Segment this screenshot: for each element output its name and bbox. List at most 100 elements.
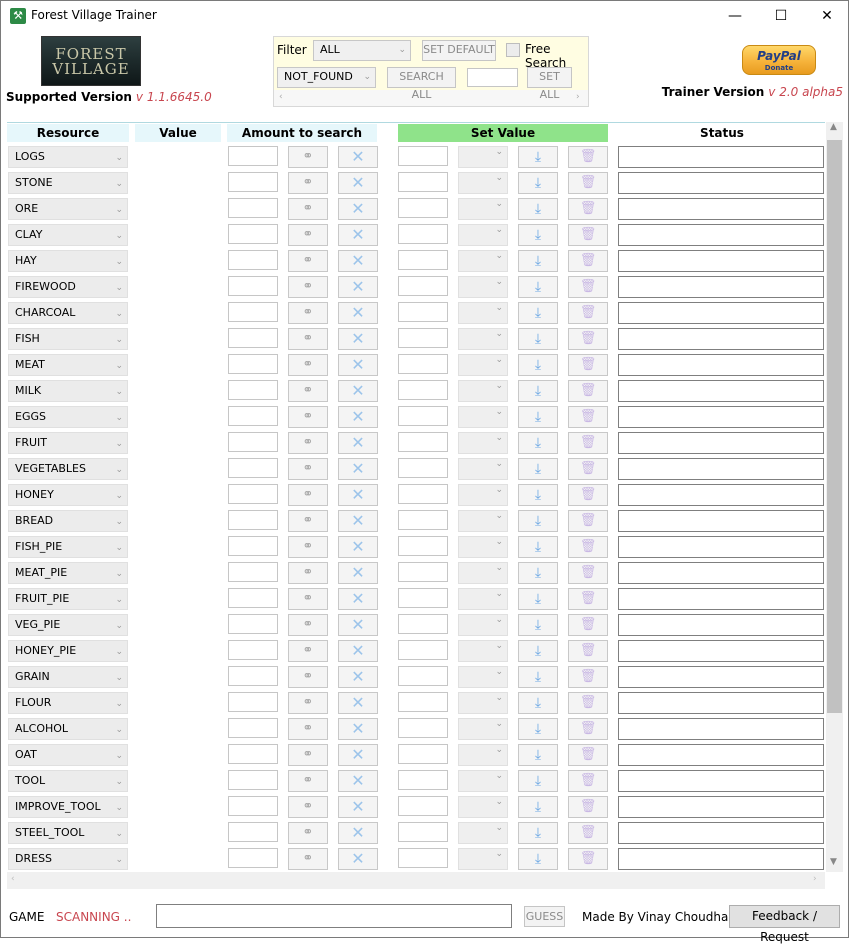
delete-button[interactable]: 🗑 — [568, 380, 608, 402]
scroll-up-icon[interactable]: ▲ — [830, 122, 837, 132]
search-button[interactable]: ⚭ — [288, 328, 328, 350]
set-value-input[interactable] — [398, 458, 448, 478]
set-value-input[interactable] — [398, 848, 448, 868]
set-all-button[interactable]: SET ALL — [527, 67, 572, 101]
set-value-input[interactable] — [398, 224, 448, 244]
amount-input[interactable] — [228, 640, 278, 660]
delete-button[interactable]: 🗑 — [568, 848, 608, 870]
search-button[interactable]: ⚭ — [288, 614, 328, 636]
delete-button[interactable]: 🗑 — [568, 458, 608, 480]
resource-dropdown[interactable]: CLAY ⌄ — [8, 224, 128, 246]
guess-button[interactable]: GUESS — [524, 906, 565, 927]
apply-button[interactable]: ⤓ — [518, 666, 558, 688]
apply-button[interactable]: ⤓ — [518, 640, 558, 662]
set-value-input[interactable] — [398, 614, 448, 634]
resource-dropdown[interactable]: ORE ⌄ — [8, 198, 128, 220]
search-button[interactable]: ⚭ — [288, 484, 328, 506]
search-button[interactable]: ⚭ — [288, 718, 328, 740]
resource-dropdown[interactable]: STONE ⌄ — [8, 172, 128, 194]
resource-dropdown[interactable]: VEG_PIE ⌄ — [8, 614, 128, 636]
set-all-input[interactable] — [467, 68, 518, 87]
delete-button[interactable]: 🗑 — [568, 640, 608, 662]
set-value-input[interactable] — [398, 380, 448, 400]
set-value-dropdown[interactable]: ⌄ — [458, 146, 508, 168]
search-all-button[interactable]: SEARCH ALL — [387, 67, 456, 101]
resource-dropdown[interactable]: GRAIN ⌄ — [8, 666, 128, 688]
set-value-dropdown[interactable]: ⌄ — [458, 848, 508, 870]
set-value-input[interactable] — [398, 744, 448, 764]
set-value-input[interactable] — [398, 146, 448, 166]
apply-button[interactable]: ⤓ — [518, 380, 558, 402]
apply-button[interactable]: ⤓ — [518, 796, 558, 818]
resource-dropdown[interactable]: HONEY ⌄ — [8, 484, 128, 506]
set-value-input[interactable] — [398, 718, 448, 738]
amount-input[interactable] — [228, 536, 278, 556]
search-button[interactable]: ⚭ — [288, 822, 328, 844]
amount-input[interactable] — [228, 224, 278, 244]
set-value-input[interactable] — [398, 328, 448, 348]
search-button[interactable]: ⚭ — [288, 588, 328, 610]
search-button[interactable]: ⚭ — [288, 146, 328, 168]
amount-input[interactable] — [228, 302, 278, 322]
amount-input[interactable] — [228, 276, 278, 296]
set-value-input[interactable] — [398, 484, 448, 504]
set-value-input[interactable] — [398, 302, 448, 322]
resource-dropdown[interactable]: BREAD ⌄ — [8, 510, 128, 532]
set-value-dropdown[interactable]: ⌄ — [458, 328, 508, 350]
guess-input[interactable] — [156, 904, 512, 928]
delete-button[interactable]: 🗑 — [568, 770, 608, 792]
paypal-donate-button[interactable]: PayPal Donate — [742, 45, 816, 75]
delete-button[interactable]: 🗑 — [568, 484, 608, 506]
set-value-dropdown[interactable]: ⌄ — [458, 666, 508, 688]
resource-dropdown[interactable]: OAT ⌄ — [8, 744, 128, 766]
apply-button[interactable]: ⤓ — [518, 146, 558, 168]
search-button[interactable]: ⚭ — [288, 354, 328, 376]
delete-button[interactable]: 🗑 — [568, 666, 608, 688]
apply-button[interactable]: ⤓ — [518, 484, 558, 506]
delete-button[interactable]: 🗑 — [568, 796, 608, 818]
maximize-button[interactable]: ☐ — [758, 1, 804, 32]
set-value-dropdown[interactable]: ⌄ — [458, 822, 508, 844]
apply-button[interactable]: ⤓ — [518, 250, 558, 272]
set-value-dropdown[interactable]: ⌄ — [458, 562, 508, 584]
search-button[interactable]: ⚭ — [288, 302, 328, 324]
amount-input[interactable] — [228, 796, 278, 816]
amount-input[interactable] — [228, 692, 278, 712]
delete-button[interactable]: 🗑 — [568, 744, 608, 766]
set-value-input[interactable] — [398, 406, 448, 426]
search-button[interactable]: ⚭ — [288, 640, 328, 662]
set-value-dropdown[interactable]: ⌄ — [458, 406, 508, 428]
set-value-dropdown[interactable]: ⌄ — [458, 770, 508, 792]
set-value-input[interactable] — [398, 562, 448, 582]
set-value-input[interactable] — [398, 588, 448, 608]
apply-button[interactable]: ⤓ — [518, 432, 558, 454]
set-value-input[interactable] — [398, 640, 448, 660]
set-value-input[interactable] — [398, 692, 448, 712]
set-value-input[interactable] — [398, 172, 448, 192]
apply-button[interactable]: ⤓ — [518, 770, 558, 792]
set-value-dropdown[interactable]: ⌄ — [458, 744, 508, 766]
delete-button[interactable]: 🗑 — [568, 406, 608, 428]
amount-input[interactable] — [228, 406, 278, 426]
resource-dropdown[interactable]: MILK ⌄ — [8, 380, 128, 402]
set-value-dropdown[interactable]: ⌄ — [458, 354, 508, 376]
search-button[interactable]: ⚭ — [288, 692, 328, 714]
resource-dropdown[interactable]: EGGS ⌄ — [8, 406, 128, 428]
delete-button[interactable]: 🗑 — [568, 276, 608, 298]
search-button[interactable]: ⚭ — [288, 432, 328, 454]
set-value-dropdown[interactable]: ⌄ — [458, 380, 508, 402]
resource-dropdown[interactable]: FLOUR ⌄ — [8, 692, 128, 714]
search-button[interactable]: ⚭ — [288, 848, 328, 870]
amount-input[interactable] — [228, 484, 278, 504]
search-button[interactable]: ⚭ — [288, 458, 328, 480]
set-value-input[interactable] — [398, 250, 448, 270]
clear-button[interactable]: ✕ — [338, 458, 378, 480]
clear-button[interactable]: ✕ — [338, 666, 378, 688]
search-button[interactable]: ⚭ — [288, 510, 328, 532]
resource-dropdown[interactable]: TOOL ⌄ — [8, 770, 128, 792]
search-button[interactable]: ⚭ — [288, 744, 328, 766]
clear-button[interactable]: ✕ — [338, 354, 378, 376]
apply-button[interactable]: ⤓ — [518, 692, 558, 714]
resource-dropdown[interactable]: CHARCOAL ⌄ — [8, 302, 128, 324]
resource-dropdown[interactable]: VEGETABLES ⌄ — [8, 458, 128, 480]
